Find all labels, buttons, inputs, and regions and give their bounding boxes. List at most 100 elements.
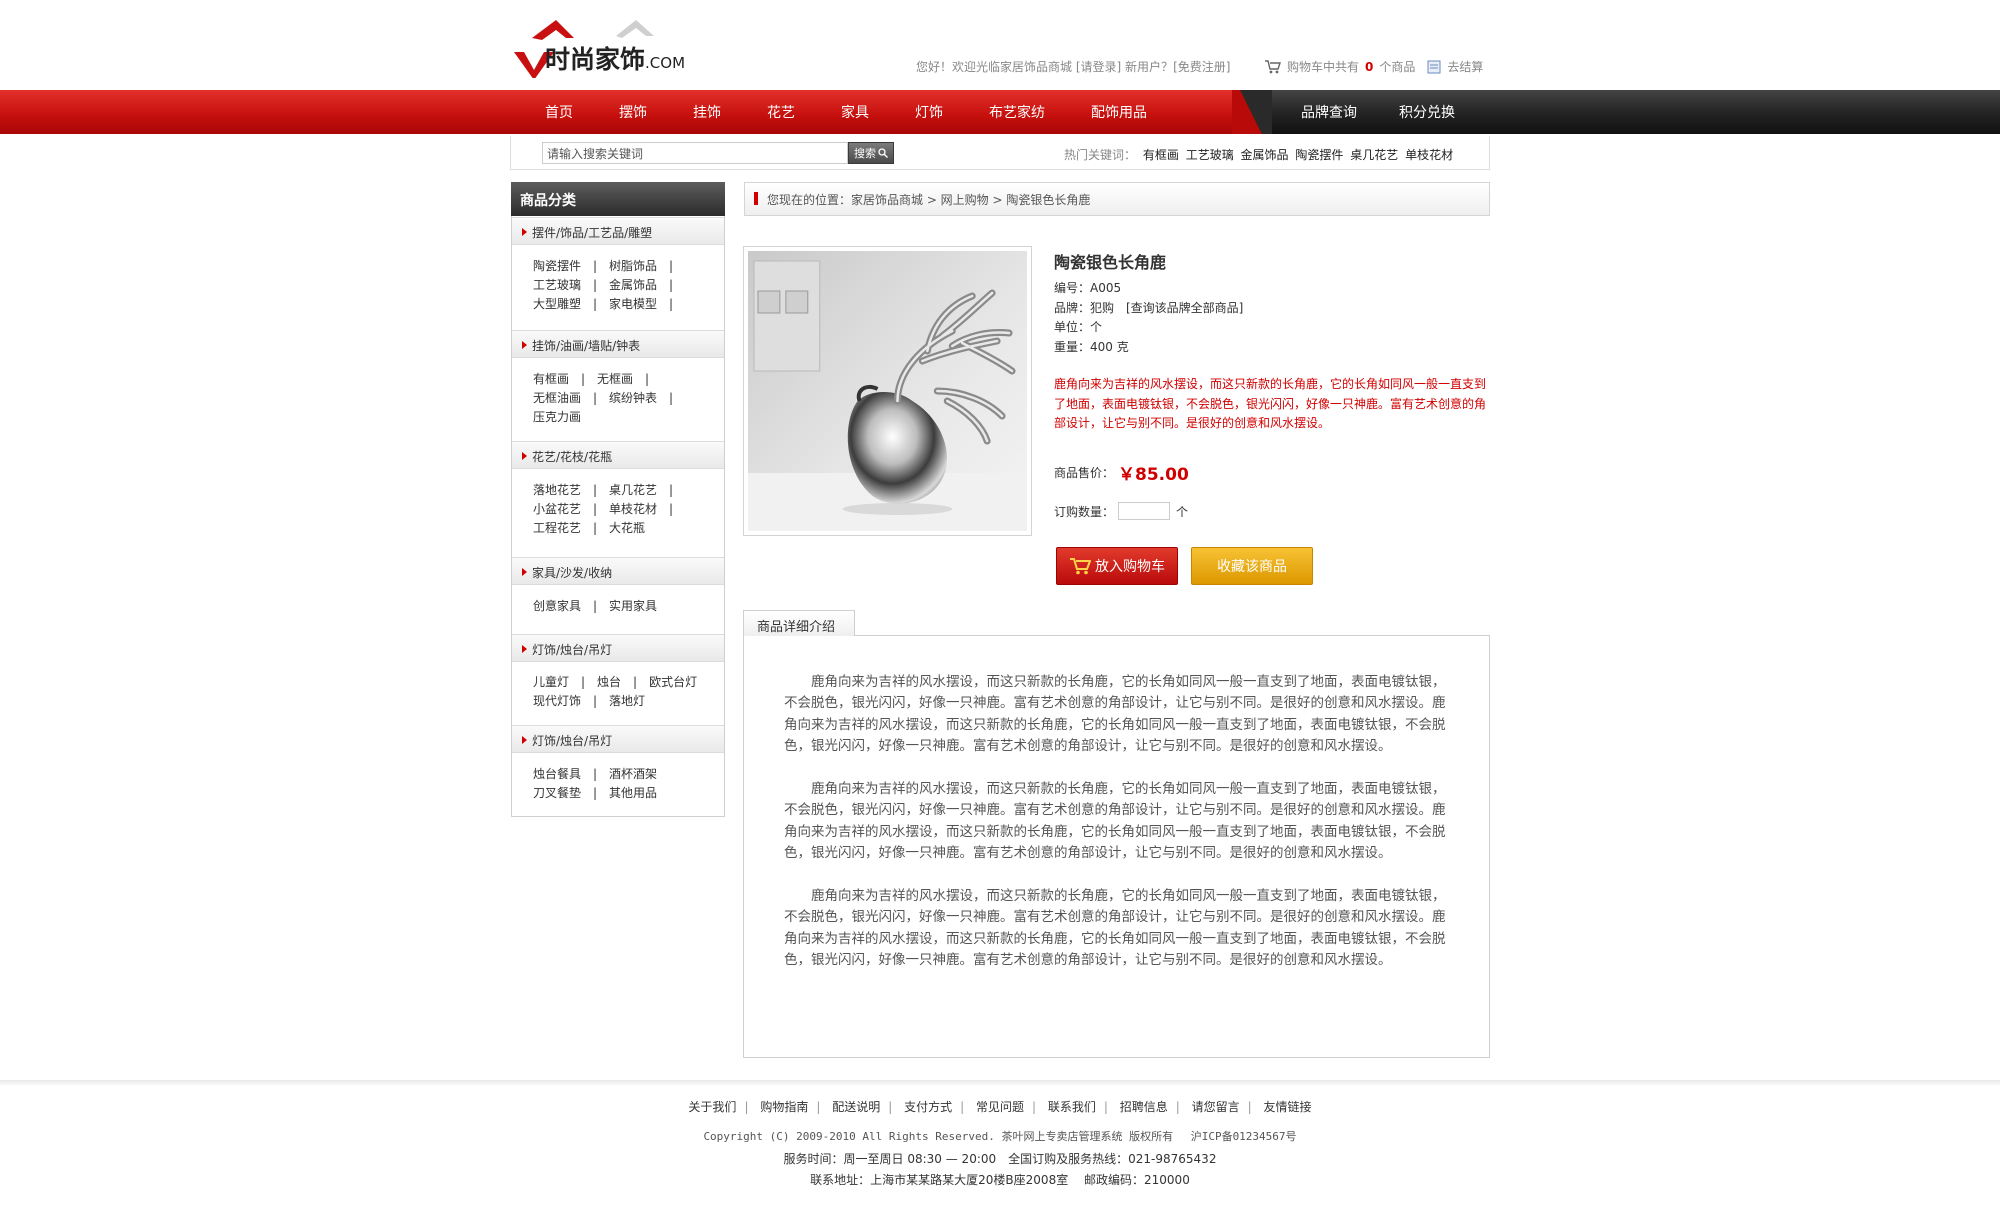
category-link-row[interactable]: 陶瓷摆件 | 树脂饰品 | <box>533 257 673 276</box>
secondary-nav: 品牌查询 积分兑换 <box>1285 90 1455 134</box>
cart-suffix: 个商品 <box>1379 60 1416 74</box>
category-link-row[interactable]: 工程花艺 | 大花瓶 <box>533 519 673 538</box>
nav-points-exchange[interactable]: 积分兑换 <box>1399 102 1455 122</box>
detail-paragraph: 鹿角向来为吉祥的风水摆设，而这只新款的长角鹿，它的长角如同风一般一直支到了地面，… <box>784 888 1446 969</box>
price-label: 商品售价： <box>1054 466 1115 480</box>
footer-separator: | <box>1103 1100 1108 1114</box>
category-link-row[interactable]: 大型雕塑 | 家电模型 | <box>533 295 673 314</box>
category-links: 烛台餐具 | 酒杯酒架 刀叉餐垫 | 其他用品 <box>533 765 657 803</box>
footer-link[interactable]: 配送说明 <box>832 1100 880 1114</box>
product-brand[interactable]: 品牌：犯购 [查询该品牌全部商品] <box>1054 299 1243 319</box>
nav-floral[interactable]: 花艺 <box>767 102 795 122</box>
checkout-icon <box>1427 60 1441 73</box>
cart-summary: 购物车中共有 0 个商品 去结算 <box>1265 58 1483 75</box>
quantity-label: 订购数量： <box>1054 504 1115 519</box>
product-title: 陶瓷银色长角鹿 <box>1054 253 1167 272</box>
category-link-row[interactable]: 工艺玻璃 | 金属饰品 | <box>533 276 673 295</box>
nav-divider <box>1232 90 1272 134</box>
footer-separator: | <box>1175 1100 1180 1114</box>
category-links: 陶瓷摆件 | 树脂饰品 | 工艺玻璃 | 金属饰品 | 大型雕塑 | 家电模型 … <box>533 257 673 314</box>
site-logo-text[interactable]: 时尚家饰.COM <box>545 40 685 76</box>
search-icon <box>878 148 888 158</box>
search-button[interactable]: 搜索 <box>848 142 894 164</box>
hot-keyword[interactable]: 桌几花艺 <box>1350 148 1398 162</box>
category-links: 儿童灯 | 烛台 | 欧式台灯 现代灯饰 | 落地灯 <box>533 673 697 711</box>
category-link-row[interactable]: 有框画 | 无框画 | <box>533 370 673 389</box>
category-link-row[interactable]: 创意家具 | 实用家具 <box>533 597 657 616</box>
hot-keyword[interactable]: 金属饰品 <box>1241 148 1289 162</box>
checkout-link[interactable]: 去结算 <box>1447 58 1483 75</box>
footer-link[interactable]: 支付方式 <box>904 1100 952 1114</box>
hot-keyword[interactable]: 有框画 <box>1143 148 1179 162</box>
nav-brand-search[interactable]: 品牌查询 <box>1301 102 1357 122</box>
category-title[interactable]: 挂饰/油画/墙贴/钟表 <box>512 330 724 358</box>
login-link[interactable]: [请登录] <box>1076 60 1121 74</box>
category-link-row[interactable]: 小盆花艺 | 单枝花材 | <box>533 500 673 519</box>
footer-link[interactable]: 友情链接 <box>1264 1100 1312 1114</box>
category-link-row[interactable]: 现代灯饰 | 落地灯 <box>533 692 697 711</box>
search-input[interactable] <box>542 142 848 164</box>
quantity-row: 订购数量： 个 <box>1054 502 1188 520</box>
category-link-row[interactable]: 压克力画 <box>533 408 673 427</box>
detail-content: 鹿角向来为吉祥的风水摆设，而这只新款的长角鹿，它的长角如同风一般一直支到了地面，… <box>784 672 1446 993</box>
footer-link[interactable]: 关于我们 <box>688 1100 736 1114</box>
nav-accessories[interactable]: 配饰用品 <box>1091 102 1147 122</box>
nav-furniture[interactable]: 家具 <box>841 102 869 122</box>
product-image-frame <box>743 246 1032 536</box>
welcome-bar: 您好！欢迎光临家居饰品商城 [请登录] 新用户？[免费注册] <box>916 58 1230 75</box>
welcome-text: 您好！欢迎光临家居饰品商城 <box>916 60 1073 74</box>
hot-keyword[interactable]: 单枝花材 <box>1405 148 1453 162</box>
footer-separator: | <box>1247 1100 1252 1114</box>
category-title[interactable]: 摆件/饰品/工艺品/雕塑 <box>512 217 724 245</box>
footer-link[interactable]: 购物指南 <box>760 1100 808 1114</box>
category-link-row[interactable]: 无框油画 | 缤纷钟表 | <box>533 389 673 408</box>
footer-link[interactable]: 招聘信息 <box>1120 1100 1168 1114</box>
footer-divider <box>0 1080 2000 1086</box>
cart-prefix: 购物车中共有 <box>1287 60 1360 74</box>
add-to-cart-button[interactable]: 放入购物车 <box>1056 547 1178 585</box>
category-links: 创意家具 | 实用家具 <box>533 597 657 616</box>
nav-textiles[interactable]: 布艺家纺 <box>989 102 1045 122</box>
nav-hanging[interactable]: 挂饰 <box>693 102 721 122</box>
category-title[interactable]: 家具/沙发/收纳 <box>512 557 724 585</box>
favorite-button[interactable]: 收藏该商品 <box>1191 547 1313 585</box>
footer-link[interactable]: 常见问题 <box>976 1100 1024 1114</box>
nav-lighting[interactable]: 灯饰 <box>915 102 943 122</box>
cart-count: 0 <box>1365 59 1374 74</box>
hot-keyword[interactable]: 工艺玻璃 <box>1186 148 1234 162</box>
tab-product-detail[interactable]: 商品详细介绍 <box>743 610 855 636</box>
footer-service-hours: 服务时间：周一至周日 08:30 — 20:00 全国订购及服务热线：021-9… <box>783 1152 1217 1166</box>
hot-keywords: 热门关键词： 有框画 工艺玻璃 金属饰品 陶瓷摆件 桌几花艺 单枝花材 <box>1064 146 1453 163</box>
footer-separator: | <box>744 1100 749 1114</box>
category-link-row[interactable]: 落地花艺 | 桌几花艺 | <box>533 481 673 500</box>
category-title[interactable]: 花艺/花枝/花瓶 <box>512 441 724 469</box>
category-link-row[interactable]: 儿童灯 | 烛台 | 欧式台灯 <box>533 673 697 692</box>
category-links: 有框画 | 无框画 | 无框油画 | 缤纷钟表 | 压克力画 <box>533 370 673 427</box>
favorite-label: 收藏该商品 <box>1217 559 1287 575</box>
category-link-row[interactable]: 烛台餐具 | 酒杯酒架 <box>533 765 657 784</box>
logo-name: 时尚家饰 <box>545 45 646 74</box>
quantity-input[interactable] <box>1118 502 1171 520</box>
register-link[interactable]: [免费注册] <box>1173 60 1230 74</box>
footer-links: 关于我们 | 购物指南 | 配送说明 | 支付方式 | 常见问题 | 联系我们 | 招聘信息… <box>0 1098 2000 1115</box>
category-title[interactable]: 灯饰/烛台/吊灯 <box>512 634 724 662</box>
category-link-row[interactable]: 刀叉餐垫 | 其他用品 <box>533 784 657 803</box>
detail-paragraph: 鹿角向来为吉祥的风水摆设，而这只新款的长角鹿，它的长角如同风一般一直支到了地面，… <box>784 674 1446 755</box>
logo-suffix: .COM <box>645 54 686 72</box>
hot-keyword[interactable]: 陶瓷摆件 <box>1295 148 1343 162</box>
product-weight: 重量：400 克 <box>1054 339 1129 354</box>
breadcrumb[interactable]: 您现在的位置：家居饰品商城 > 网上购物 > 陶瓷银色长角鹿 <box>744 182 1490 216</box>
footer-address: 联系地址：上海市某某路某大厦20楼B座2008室 邮政编码：210000 <box>810 1173 1190 1187</box>
footer-link[interactable]: 请您留言 <box>1192 1100 1240 1114</box>
price-row: 商品售价： ￥85.00 <box>1054 460 1189 485</box>
nav-decor[interactable]: 摆饰 <box>619 102 647 122</box>
category-title[interactable]: 灯饰/烛台/吊灯 <box>512 725 724 753</box>
product-image[interactable] <box>748 251 1027 531</box>
product-unit: 单位：个 <box>1054 320 1103 334</box>
nav-home[interactable]: 首页 <box>545 102 573 122</box>
hot-keywords-label: 热门关键词： <box>1064 148 1137 162</box>
main-nav: 首页 摆饰 挂饰 花艺 家具 灯饰 布艺家纺 配饰用品 <box>520 90 1147 134</box>
footer-separator: | <box>1032 1100 1037 1114</box>
footer-link[interactable]: 联系我们 <box>1048 1100 1096 1114</box>
footer-separator: | <box>816 1100 821 1114</box>
